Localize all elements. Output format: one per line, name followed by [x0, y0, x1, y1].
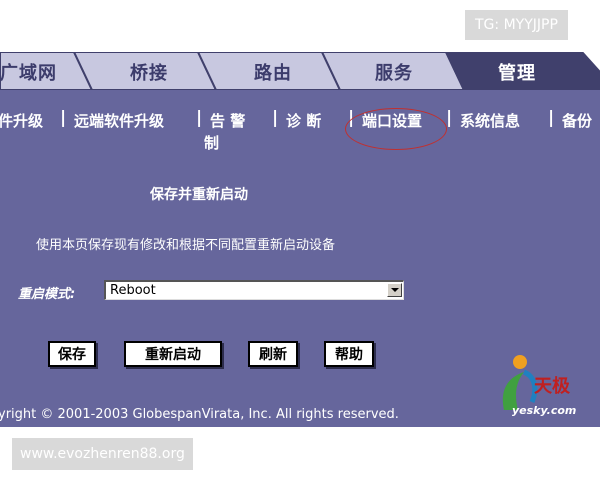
page-description: 使用本页保存现有修改和根据不同配置重新启动设备 [36, 238, 336, 253]
sub-nav-separator: | [272, 108, 279, 128]
chevron-down-icon[interactable] [387, 283, 402, 297]
logo-name: 天极 [534, 376, 570, 397]
tab-service[interactable]: 服务 [375, 59, 413, 85]
tab-wan[interactable]: 广域网 [0, 59, 57, 85]
sub-nav-alarm[interactable]: 告 警 [210, 110, 245, 131]
help-button[interactable]: 帮助 [324, 341, 374, 367]
tab-admin[interactable]: 管理 [498, 59, 536, 85]
restart-mode-select[interactable]: Reboot [104, 280, 404, 300]
sub-nav-separator: | [60, 108, 67, 128]
sub-nav-firmware-upgrade[interactable]: 件升级 [0, 110, 43, 131]
sub-nav-system-info[interactable]: 系统信息 [460, 110, 520, 131]
highlight-circle [345, 108, 447, 150]
tab-routing[interactable]: 路由 [254, 59, 292, 85]
sub-nav-backup[interactable]: 备份 [562, 110, 592, 131]
watermark-top-right: TG: MYYJJPP [465, 10, 568, 40]
watermark-bottom-left: www.evozhenren88.org [12, 438, 193, 470]
sub-nav-diagnose[interactable]: 诊 断 [286, 110, 321, 131]
refresh-button[interactable]: 刷新 [248, 341, 298, 367]
copyright-footer: yright © 2001-2003 GlobespanVirata, Inc.… [0, 407, 399, 422]
tab-bridge[interactable]: 桥接 [130, 59, 168, 85]
sub-nav-separator: | [548, 108, 555, 128]
save-button[interactable]: 保存 [48, 341, 96, 367]
sub-nav-remote-upgrade[interactable]: 远端软件升级 [74, 110, 164, 131]
page-title: 保存并重新启动 [150, 187, 248, 203]
restart-button[interactable]: 重新启动 [124, 341, 222, 367]
sub-nav-separator: | [196, 108, 203, 128]
logo-site: yesky.com [512, 404, 577, 417]
sub-nav-separator: | [446, 108, 453, 128]
yesky-logo: 天极 yesky.com [494, 352, 586, 422]
sub-nav-alarm-wrap[interactable]: 制 [204, 132, 219, 153]
restart-mode-label: 重启模式: [18, 287, 76, 302]
main-tab-bar: 广域网 桥接 路由 服务 管理 [0, 52, 600, 90]
admin-sub-nav: 件升级 | 远端软件升级 | 告 警 制 | 诊 断 | 端口设置 | 系统信息… [0, 90, 600, 160]
restart-mode-value: Reboot [110, 283, 156, 298]
